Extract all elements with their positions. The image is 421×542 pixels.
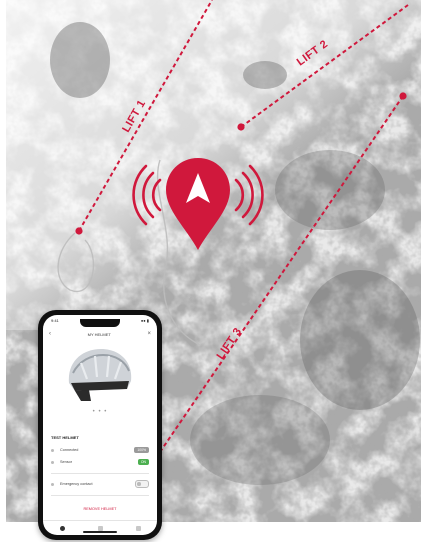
map-tab-icon[interactable]	[97, 525, 103, 531]
status-time: 9:41	[51, 318, 59, 323]
profile-tab-icon[interactable]	[135, 525, 141, 531]
helmet-section-title: TEST HELMET	[51, 435, 79, 440]
pager-dots: • • •	[92, 409, 108, 415]
emergency-contact-icon	[51, 482, 54, 486]
phone-screen: 9:41 ●● ▮ ‹ MY HELMET × • • • TEST HELME…	[43, 315, 157, 535]
app-header-title: MY HELMET	[87, 331, 111, 337]
helmet-image	[68, 349, 132, 401]
close-icon[interactable]: ×	[147, 331, 151, 337]
home-indicator	[83, 531, 117, 533]
emergency-contact-row[interactable]: Emergency contact	[51, 479, 149, 489]
lift-1-station-marker[interactable]	[75, 227, 83, 235]
divider	[51, 495, 149, 496]
status-icons: ●● ▮	[140, 318, 149, 323]
lift-2-station-marker[interactable]	[237, 123, 245, 131]
sensor-row[interactable]: Sensor ON	[51, 457, 149, 467]
home-tab-icon[interactable]	[59, 525, 65, 531]
lift-3-station-marker[interactable]	[399, 92, 407, 100]
sensor-status-badge: ON	[137, 459, 149, 465]
emergency-contact-label: Emergency contact	[60, 482, 93, 486]
app-header: ‹ MY HELMET ×	[49, 329, 151, 339]
connected-row-icon	[51, 448, 54, 452]
sensor-row-label: Sensor	[60, 460, 73, 464]
phone-notch	[80, 319, 120, 327]
phone-mockup: 9:41 ●● ▮ ‹ MY HELMET × • • • TEST HELME…	[38, 310, 162, 540]
sensor-row-icon	[51, 460, 54, 464]
emergency-contact-toggle[interactable]	[135, 480, 149, 488]
divider	[51, 473, 149, 474]
battery-badge: 100%	[134, 447, 149, 453]
chevron-left-icon[interactable]: ‹	[49, 331, 51, 337]
connected-row[interactable]: Connected 100%	[51, 445, 149, 455]
connected-row-label: Connected	[60, 448, 79, 452]
remove-helmet-link[interactable]: REMOVE HELMET	[43, 507, 157, 511]
